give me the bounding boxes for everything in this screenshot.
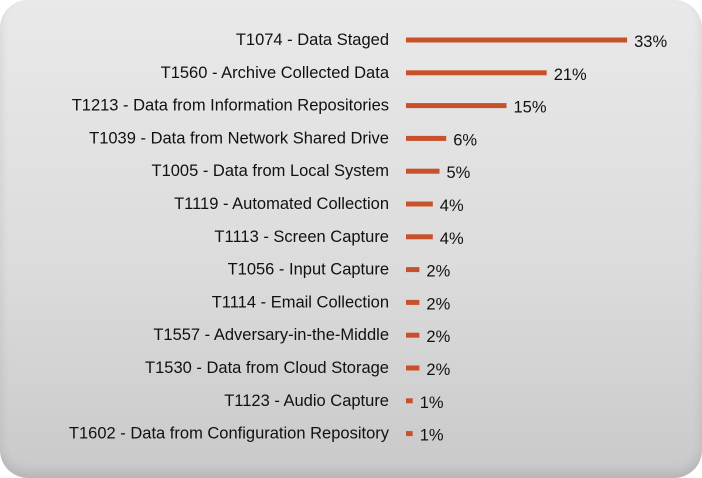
value-label: 33% bbox=[634, 33, 667, 51]
bar bbox=[406, 103, 507, 109]
bar-row: T1602 - Data from Configuration Reposito… bbox=[69, 425, 444, 445]
category-label: T1123 - Audio Capture bbox=[224, 392, 389, 410]
value-label: 4% bbox=[440, 230, 464, 248]
category-label: T1530 - Data from Cloud Storage bbox=[145, 359, 389, 377]
category-label: T1056 - Input Capture bbox=[228, 261, 389, 279]
category-label: T1119 - Automated Collection bbox=[174, 195, 389, 213]
bar bbox=[406, 201, 433, 207]
bar bbox=[406, 267, 420, 273]
value-label: 2% bbox=[426, 295, 450, 313]
category-label: T1114 - Email Collection bbox=[212, 293, 389, 311]
bar bbox=[406, 234, 433, 240]
category-label: T1602 - Data from Configuration Reposito… bbox=[69, 425, 390, 443]
category-label: T1113 - Screen Capture bbox=[214, 228, 389, 246]
value-label: 2% bbox=[426, 328, 450, 346]
bar-chart: T1074 - Data Staged 33% T1560 - Archive Co… bbox=[69, 31, 668, 445]
bar bbox=[406, 168, 440, 174]
bar-row: T1119 - Automated Collection 4% bbox=[174, 195, 464, 215]
bar bbox=[406, 37, 628, 43]
category-label: T1560 - Archive Collected Data bbox=[161, 64, 390, 82]
bar-row: T1213 - Data from Information Repositori… bbox=[72, 97, 547, 117]
value-label: 4% bbox=[440, 197, 464, 215]
category-label: T1005 - Data from Local System bbox=[151, 162, 389, 180]
bar-row: T1039 - Data from Network Shared Drive 6% bbox=[89, 129, 477, 149]
chart-card: T1074 - Data Staged 33% T1560 - Archive Co… bbox=[0, 0, 702, 478]
value-label: 2% bbox=[426, 361, 450, 379]
value-label: 2% bbox=[426, 263, 450, 281]
value-label: 6% bbox=[453, 131, 477, 149]
bar bbox=[406, 299, 420, 305]
bar-row: T1114 - Email Collection 2% bbox=[212, 293, 451, 313]
bar-row: T1074 - Data Staged 33% bbox=[236, 31, 668, 51]
bar-row: T1530 - Data from Cloud Storage 2% bbox=[145, 359, 451, 379]
bar bbox=[406, 70, 547, 76]
bar bbox=[406, 365, 420, 371]
category-label: T1213 - Data from Information Repositori… bbox=[72, 97, 389, 115]
value-label: 1% bbox=[420, 427, 444, 445]
bar bbox=[406, 431, 413, 437]
value-label: 5% bbox=[447, 164, 471, 182]
bar-row: T1056 - Input Capture 2% bbox=[228, 261, 451, 281]
value-label: 1% bbox=[420, 394, 444, 412]
category-label: T1039 - Data from Network Shared Drive bbox=[89, 129, 389, 147]
value-label: 21% bbox=[554, 66, 587, 84]
bar-row: T1113 - Screen Capture 4% bbox=[214, 228, 464, 248]
bar bbox=[406, 135, 447, 141]
bar bbox=[406, 332, 420, 338]
bar-row: T1557 - Adversary-in-the-Middle 2% bbox=[153, 326, 450, 346]
bar-row: T1560 - Archive Collected Data 21% bbox=[161, 64, 587, 84]
value-label: 15% bbox=[514, 99, 547, 117]
category-label: T1557 - Adversary-in-the-Middle bbox=[153, 326, 389, 344]
bar bbox=[406, 398, 413, 404]
bar-row: T1005 - Data from Local System 5% bbox=[151, 162, 470, 182]
bar-row: T1123 - Audio Capture 1% bbox=[224, 392, 444, 412]
category-label: T1074 - Data Staged bbox=[236, 31, 389, 49]
